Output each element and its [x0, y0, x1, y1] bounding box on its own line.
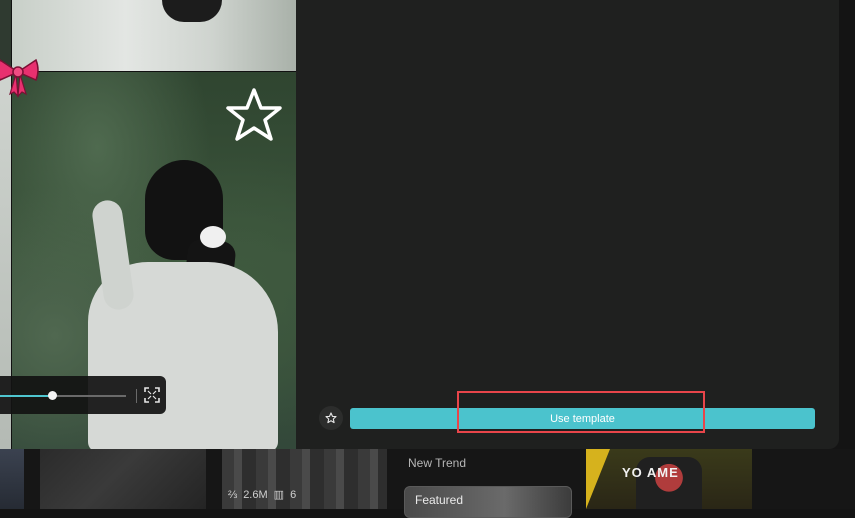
gallery-thumbnail[interactable]: ⅔ 2.6M ▥ 6 — [222, 449, 387, 509]
star-outline-icon — [325, 412, 337, 424]
preview-frame — [12, 0, 296, 71]
page-background — [839, 0, 855, 449]
progress-fill — [0, 395, 52, 397]
gallery-thumbnail[interactable]: YO AME — [586, 449, 752, 509]
favorite-button[interactable] — [319, 406, 343, 430]
frame-divider — [0, 71, 296, 72]
thumbnail-stats: ⅔ 2.6M ▥ 6 — [228, 488, 297, 502]
gallery-thumbnail[interactable] — [40, 449, 206, 509]
template-preview-modal: Use template — [0, 0, 839, 449]
star-icon — [226, 88, 282, 141]
clips-count: 6 — [290, 488, 297, 501]
featured-label: Featured — [415, 493, 464, 507]
uses-icon: ⅔ — [228, 488, 238, 501]
use-template-button[interactable]: Use template — [350, 408, 815, 429]
preview-subject — [200, 226, 226, 248]
player-divider — [136, 389, 137, 403]
thumbnail-text: YO AME — [622, 465, 679, 480]
clips-icon: ▥ — [273, 489, 285, 501]
thumbnail-decoration — [586, 449, 610, 509]
section-label-new-trend: New Trend — [408, 456, 467, 470]
progress-handle[interactable] — [48, 391, 57, 400]
video-preview[interactable] — [0, 0, 296, 449]
gallery-thumbnail[interactable] — [0, 449, 24, 509]
player-controls — [0, 376, 166, 414]
uses-count: 2.6M — [243, 488, 268, 501]
preview-frame-detail — [162, 0, 222, 22]
fullscreen-icon[interactable] — [144, 387, 160, 403]
featured-card[interactable]: Featured — [404, 486, 572, 518]
bow-icon — [0, 58, 39, 98]
